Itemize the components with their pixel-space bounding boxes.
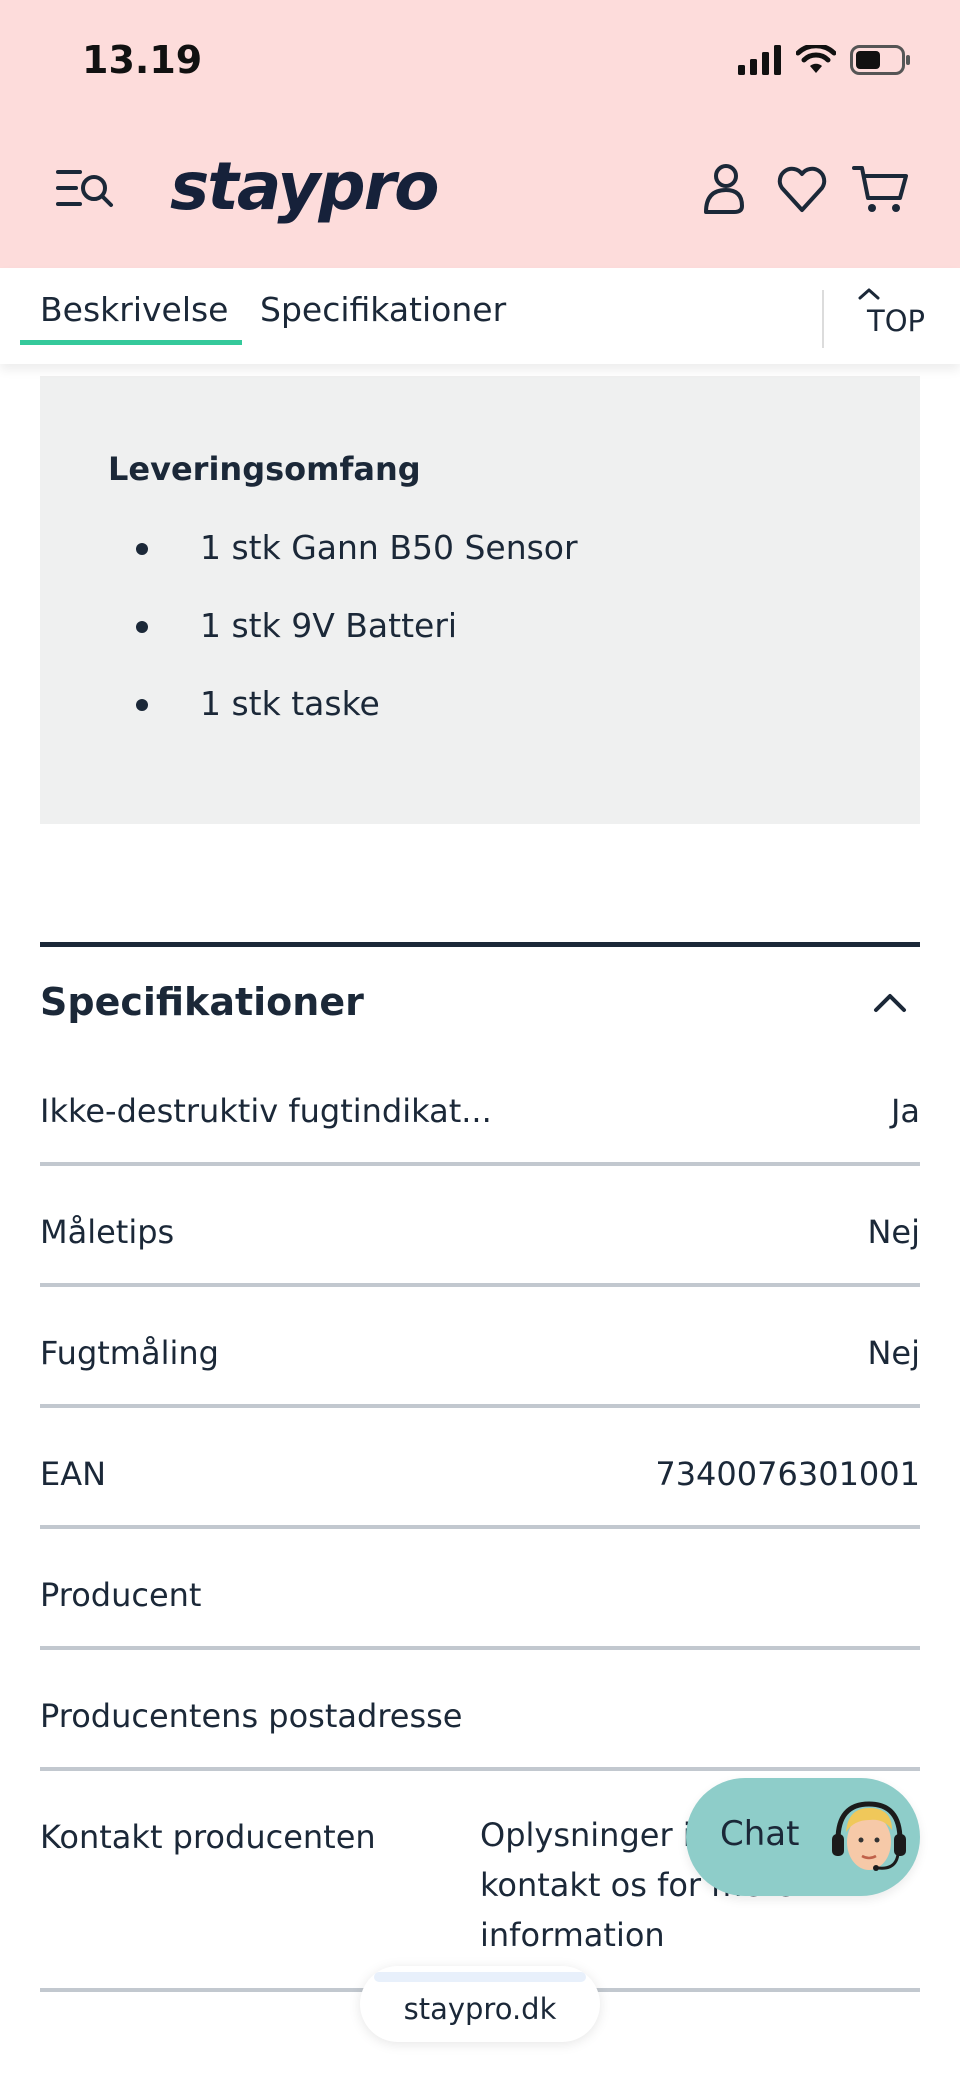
cart-icon xyxy=(852,166,908,212)
signal-icon xyxy=(738,45,781,75)
chevron-up-icon xyxy=(858,288,880,300)
row-divider xyxy=(40,1283,920,1287)
menu-search-button[interactable] xyxy=(56,164,116,214)
heart-icon xyxy=(777,166,827,212)
tab-specifikationer[interactable]: Specifikationer xyxy=(260,290,506,329)
spec-label: Producentens postadresse xyxy=(40,1697,463,1735)
scroll-top-label: TOP xyxy=(866,304,926,338)
spec-value: Nej xyxy=(867,1334,920,1372)
row-divider xyxy=(40,1525,920,1529)
support-agent-avatar-icon xyxy=(832,1801,906,1871)
user-icon xyxy=(704,164,744,214)
section-tabs: Beskrivelse Specifikationer xyxy=(0,268,960,364)
status-icons xyxy=(738,40,912,80)
status-time: 13.19 xyxy=(82,38,203,82)
browser-url-bar[interactable]: staypro.dk xyxy=(360,1966,600,2042)
app-header: 13.19 staypro xyxy=(0,0,960,268)
cart-button[interactable] xyxy=(852,162,908,218)
bullet-dot xyxy=(136,543,148,555)
spec-label: Producent xyxy=(40,1576,202,1614)
scroll-top-button[interactable]: TOP xyxy=(856,280,936,350)
logo[interactable]: staypro xyxy=(170,148,439,225)
delivery-title: Leveringsomfang xyxy=(108,450,421,488)
spec-label: Fugtmåling xyxy=(40,1334,219,1372)
row-divider xyxy=(40,1767,920,1771)
spec-value: Ja xyxy=(890,1092,920,1130)
wishlist-button[interactable] xyxy=(774,162,830,218)
delivery-item: 1 stk Gann B50 Sensor xyxy=(200,528,578,567)
menu-search-icon xyxy=(56,170,113,207)
spec-label: Kontakt producenten xyxy=(40,1818,376,1856)
delivery-box xyxy=(40,376,920,824)
spec-value: Nej xyxy=(867,1213,920,1251)
url-bar-highlight xyxy=(374,1972,586,1982)
account-button[interactable] xyxy=(696,162,752,218)
row-divider xyxy=(40,1162,920,1166)
url-text: staypro.dk xyxy=(403,1992,557,2026)
bullet-dot xyxy=(136,699,148,711)
tab-beskrivelse[interactable]: Beskrivelse xyxy=(40,290,228,329)
battery-icon xyxy=(850,45,910,75)
spec-label: Ikke-destruktiv fugtindikat... xyxy=(40,1092,492,1130)
spec-label: EAN xyxy=(40,1455,107,1493)
chat-button[interactable]: Chat xyxy=(686,1778,920,1896)
spec-section-divider xyxy=(40,942,920,947)
bullet-dot xyxy=(136,621,148,633)
row-divider xyxy=(40,1646,920,1650)
chevron-up-icon xyxy=(874,994,906,1012)
chat-label: Chat xyxy=(720,1814,800,1854)
active-tab-indicator xyxy=(20,340,242,345)
header-row: staypro xyxy=(0,140,960,240)
tabs-divider xyxy=(822,290,824,348)
spec-value: 7340076301001 xyxy=(655,1455,920,1493)
spec-value-line: information xyxy=(480,1916,665,1954)
spec-label: Måletips xyxy=(40,1213,175,1251)
wifi-icon xyxy=(796,45,836,73)
spec-collapse-toggle[interactable] xyxy=(870,986,910,1018)
row-divider xyxy=(40,1404,920,1408)
delivery-item: 1 stk taske xyxy=(200,684,380,723)
spec-title[interactable]: Specifikationer xyxy=(40,980,364,1024)
delivery-item: 1 stk 9V Batteri xyxy=(200,606,458,645)
